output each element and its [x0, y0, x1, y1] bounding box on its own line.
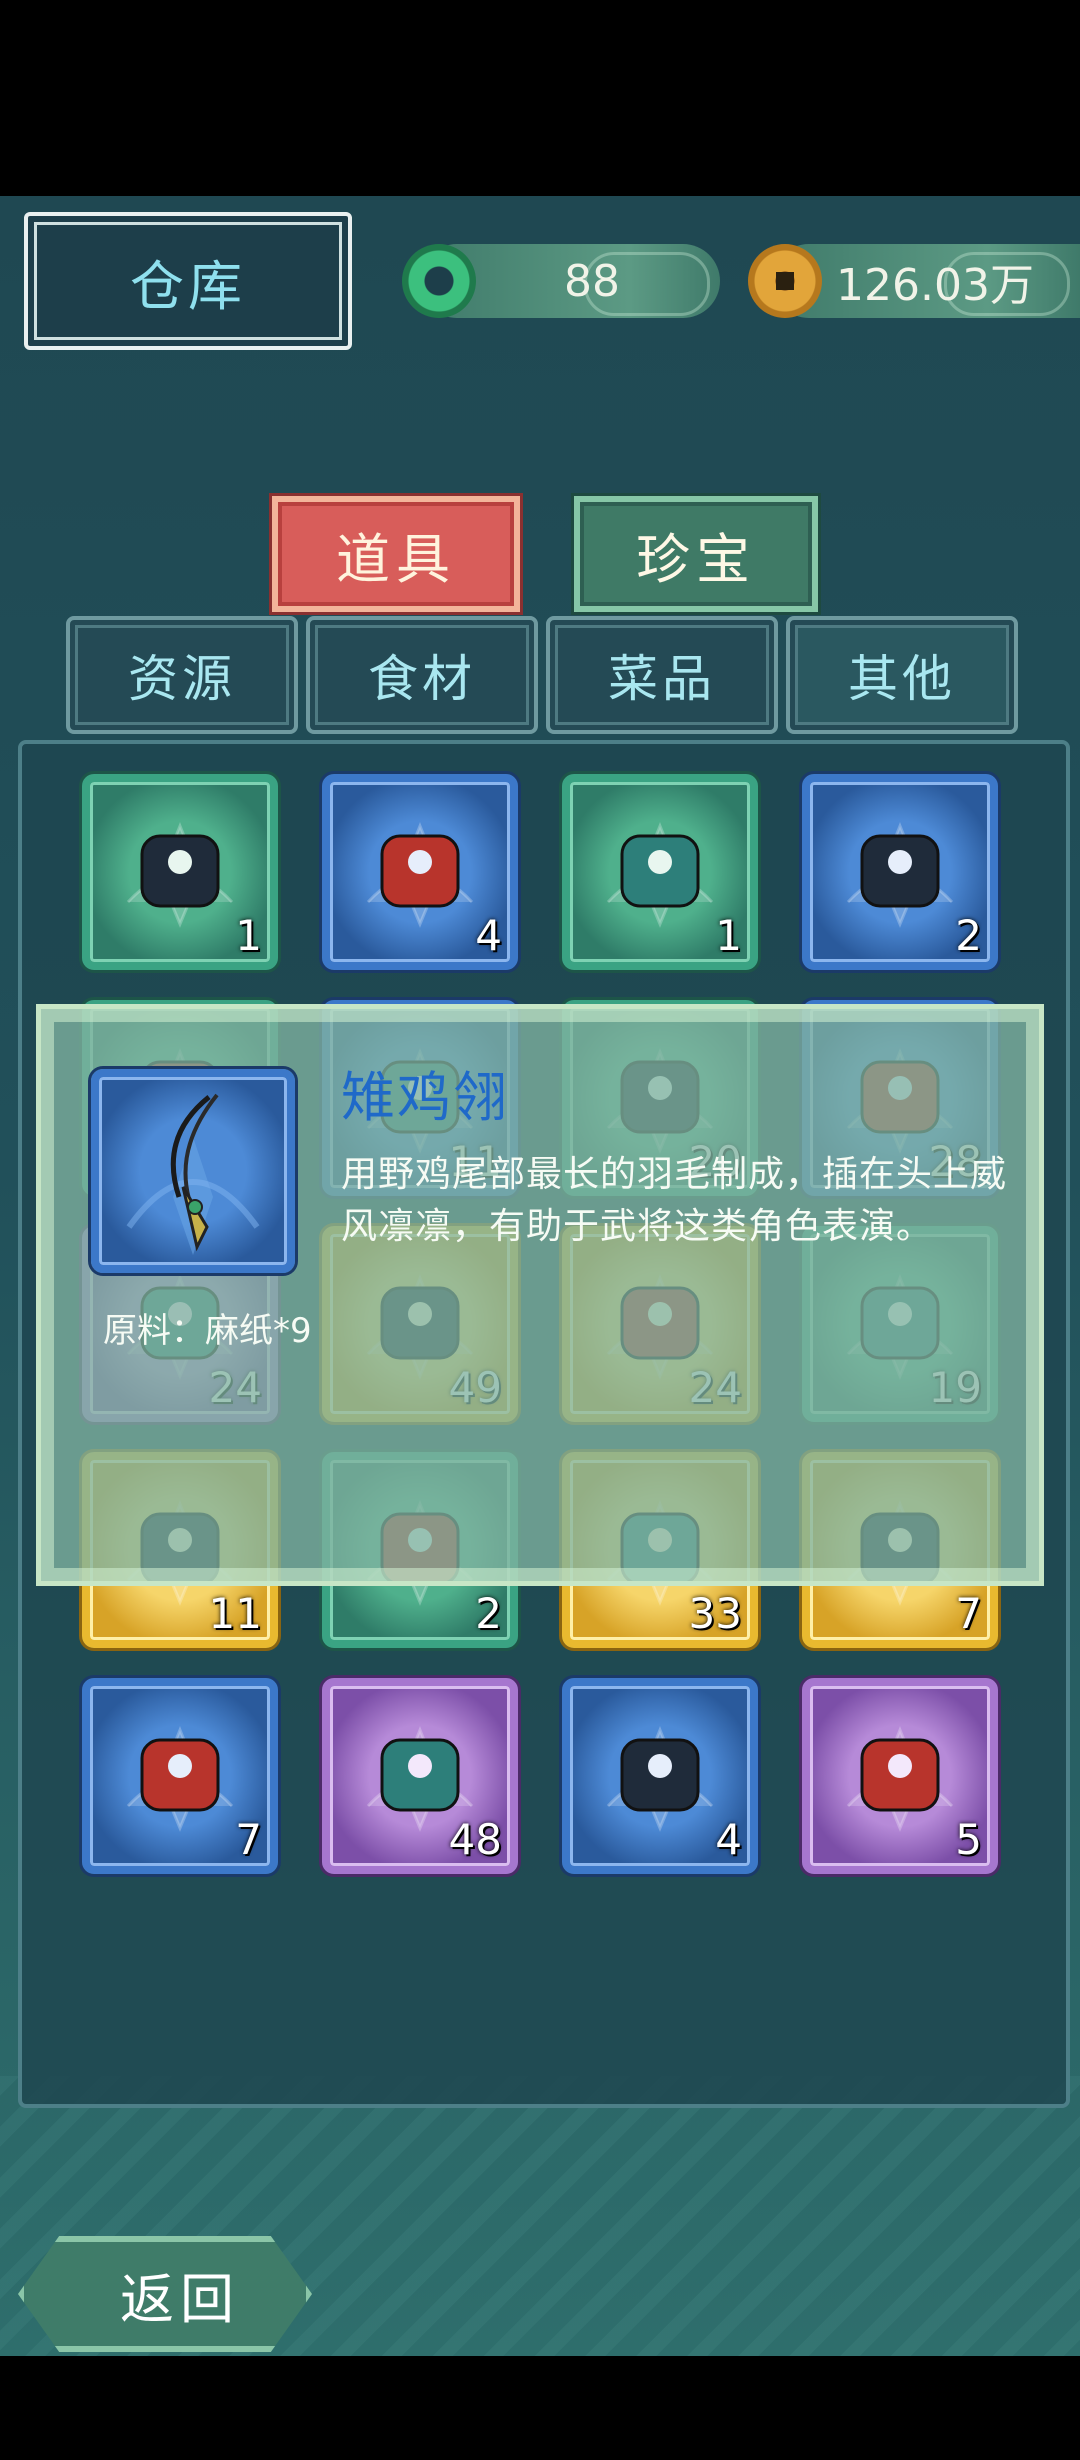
tooltip-item-name: 雉鸡翎 — [341, 1066, 509, 1129]
pheasant-feather-icon — [126, 1093, 260, 1255]
item-count: 5 — [955, 1815, 982, 1864]
inventory-slot[interactable]: 4 — [562, 1678, 758, 1874]
tooltip-item-frame — [91, 1069, 295, 1273]
subtab-other-label: 其他 — [848, 650, 956, 708]
inventory-slot[interactable]: 5 — [802, 1678, 998, 1874]
page-title: 仓库 — [130, 254, 246, 318]
back-button[interactable]: 返回 — [18, 2236, 312, 2352]
inventory-slot[interactable]: 48 — [322, 1678, 518, 1874]
inventory-slot[interactable]: 1 — [82, 774, 278, 970]
item-count: 11 — [208, 1589, 262, 1638]
subtab-dishes-label: 菜品 — [608, 650, 716, 708]
dark-robe-icon — [846, 1725, 954, 1832]
item-count: 4 — [475, 911, 502, 960]
title-plate: 仓库 — [24, 212, 352, 350]
subtab-ingredients[interactable]: 食材 — [306, 616, 538, 734]
item-count: 4 — [715, 1815, 742, 1864]
subtab-dishes[interactable]: 菜品 — [546, 616, 778, 734]
tooltip-item-materials: 原料：麻纸*9 — [103, 1311, 312, 1351]
item-count: 7 — [955, 1589, 982, 1638]
subtab-resources[interactable]: 资源 — [66, 616, 298, 734]
item-tooltip: 雉鸡翎 用野鸡尾部最长的羽毛制成，插在头上威风凛凛，有助于武将这类角色表演。 原… — [36, 1004, 1044, 1586]
tab-treasures[interactable]: 珍宝 — [574, 496, 818, 612]
subtab-other[interactable]: 其他 — [786, 616, 1018, 734]
warehouse-screen: 仓库 88 126.03万 道具 珍宝 资源 食材 菜品 其他 14123112… — [0, 196, 1080, 2356]
pheasant-feather-icon — [366, 821, 474, 928]
subtab-resources-label: 资源 — [128, 650, 236, 708]
item-count: 33 — [688, 1589, 742, 1638]
inventory-slot[interactable]: 2 — [802, 774, 998, 970]
coin-amount: 126.03万 — [836, 260, 1034, 311]
jade-amount: 88 — [564, 255, 620, 307]
inventory-slot[interactable]: 1 — [562, 774, 758, 970]
copper-coin-icon — [748, 244, 822, 318]
yellow-robe-icon — [606, 1725, 714, 1832]
tab-treasures-label: 珍宝 — [636, 527, 756, 591]
tooltip-item-description: 用野鸡尾部最长的羽毛制成，插在头上威风凛凛，有助于武将这类角色表演。 — [341, 1154, 1008, 1247]
item-count: 2 — [955, 911, 982, 960]
item-count: 2 — [475, 1589, 502, 1638]
tab-props[interactable]: 道具 — [272, 496, 520, 612]
red-robe-icon — [126, 1725, 234, 1832]
hair-ornament-icon — [606, 821, 714, 928]
item-count: 7 — [235, 1815, 262, 1864]
item-count: 48 — [448, 1815, 502, 1864]
subtab-ingredients-label: 食材 — [368, 650, 476, 708]
blue-robe-icon — [846, 821, 954, 928]
item-count: 1 — [235, 911, 262, 960]
inventory-slot[interactable]: 4 — [322, 774, 518, 970]
jade-ring-icon — [402, 244, 476, 318]
fur-hat-icon — [126, 821, 234, 928]
tab-props-label: 道具 — [336, 527, 456, 591]
inventory-slot[interactable]: 7 — [82, 1678, 278, 1874]
back-button-label: 返回 — [120, 2267, 240, 2331]
item-count: 1 — [715, 911, 742, 960]
